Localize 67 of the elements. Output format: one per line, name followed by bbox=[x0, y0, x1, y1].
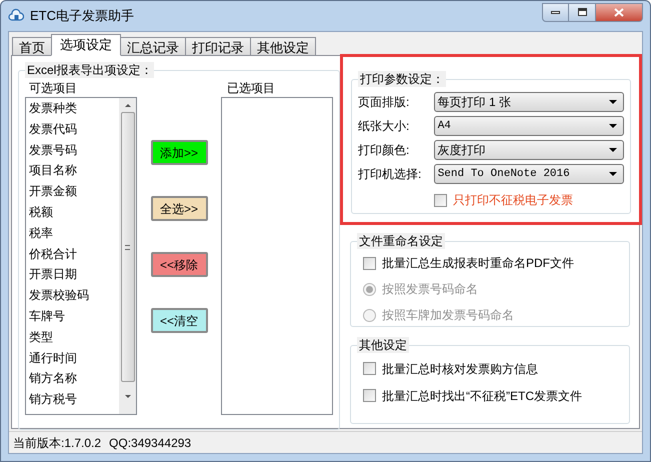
dropdown[interactable]: 每页打印 1 张 bbox=[434, 92, 624, 112]
list-label: 已选项目 bbox=[226, 80, 276, 97]
close-button[interactable] bbox=[596, 2, 643, 22]
action-button[interactable]: 添加>> bbox=[150, 140, 208, 165]
dropdown[interactable]: A4 bbox=[434, 116, 624, 136]
minimize-button[interactable] bbox=[542, 2, 569, 22]
action-button[interactable]: <<清空 bbox=[150, 308, 208, 333]
list-item[interactable]: 发票号码 bbox=[29, 140, 120, 160]
maximize-button[interactable] bbox=[569, 2, 596, 22]
status-text: 当前版本:1.7.0.2 bbox=[13, 434, 102, 452]
list-item[interactable]: 销方税号 bbox=[29, 389, 120, 410]
tab[interactable]: 选项设定 bbox=[51, 34, 121, 56]
action-button[interactable]: 全选>> bbox=[150, 196, 208, 221]
list-item[interactable]: 发票校验码 bbox=[29, 285, 120, 306]
checkbox[interactable] bbox=[363, 256, 376, 270]
dropdown-arrow-icon bbox=[609, 172, 617, 176]
scrollbar-thumb[interactable] bbox=[120, 112, 135, 382]
dropdown-arrow-icon bbox=[609, 124, 617, 128]
list-item[interactable]: 类型 bbox=[29, 326, 120, 348]
list-item[interactable]: 项目名称 bbox=[29, 160, 120, 182]
tab[interactable]: 其他设定 bbox=[250, 37, 316, 56]
dropdown-arrow-icon bbox=[609, 148, 617, 152]
list-item[interactable]: 发票代码 bbox=[29, 118, 120, 140]
checkbox-label: 只打印不征税电子发票 bbox=[453, 192, 573, 209]
dropdown-value: A4 bbox=[438, 118, 452, 134]
scrollbar[interactable] bbox=[119, 98, 136, 414]
dropdown-value: 灰度打印 bbox=[438, 142, 487, 159]
dropdown[interactable]: Send To OneNote 2016 bbox=[434, 164, 624, 184]
field-label: 页面排版: bbox=[358, 94, 410, 111]
scroll-down-icon bbox=[124, 395, 131, 398]
checkbox-label: 批量汇总时核对发票购方信息 bbox=[382, 360, 538, 378]
group-title: 打印参数设定： bbox=[358, 71, 446, 87]
window-title: ETC电子发票助手 bbox=[30, 7, 134, 26]
list-item[interactable]: 税额 bbox=[29, 202, 120, 223]
status-text: QQ:349344293 bbox=[109, 434, 192, 452]
list-item[interactable]: 发票种类 bbox=[29, 98, 120, 119]
checkbox[interactable] bbox=[434, 194, 447, 206]
field-label: 打印机选择: bbox=[358, 166, 422, 183]
tab[interactable]: 打印记录 bbox=[185, 37, 251, 56]
checkbox[interactable] bbox=[363, 362, 376, 376]
close-icon bbox=[614, 8, 624, 16]
checkbox[interactable] bbox=[363, 389, 376, 402]
scroll-up-icon bbox=[124, 104, 131, 107]
radio-label: 按照车牌加发票号码命名 bbox=[382, 307, 514, 324]
list-label: 可选项目 bbox=[28, 80, 78, 97]
list-item[interactable]: 开票日期 bbox=[29, 264, 120, 286]
action-button[interactable]: <<移除 bbox=[150, 252, 208, 277]
checkbox-label: 批量汇总时找出“不征税”ETC发票文件 bbox=[382, 388, 582, 405]
dropdown[interactable]: 灰度打印 bbox=[434, 140, 624, 160]
field-label: 纸张大小: bbox=[358, 118, 410, 135]
tab[interactable]: 首页 bbox=[12, 37, 52, 56]
list-item[interactable]: 税率 bbox=[29, 222, 120, 244]
dropdown-value: Send To OneNote 2016 bbox=[438, 166, 571, 182]
list-item[interactable]: 车牌号 bbox=[29, 306, 120, 327]
tab[interactable]: 汇总记录 bbox=[120, 37, 186, 56]
field-label: 打印颜色: bbox=[358, 142, 410, 159]
dropdown-value: 每页打印 1 张 bbox=[438, 94, 512, 111]
group-title: 文件重命名设定 bbox=[357, 233, 445, 249]
list-item[interactable]: 价税合计 bbox=[29, 244, 120, 264]
group-title: Excel报表导出项设定： bbox=[25, 62, 154, 78]
checkbox-label: 批量汇总生成报表时重命名PDF文件 bbox=[382, 255, 574, 272]
list-item[interactable]: 通行时间 bbox=[29, 348, 120, 368]
group-title: 其他设定 bbox=[357, 336, 409, 353]
dropdown-arrow-icon bbox=[609, 100, 617, 104]
list-item[interactable]: 销方名称 bbox=[29, 368, 120, 390]
radio-label: 按照发票号码命名 bbox=[382, 281, 478, 298]
list-item[interactable]: 开票金额 bbox=[29, 181, 120, 202]
